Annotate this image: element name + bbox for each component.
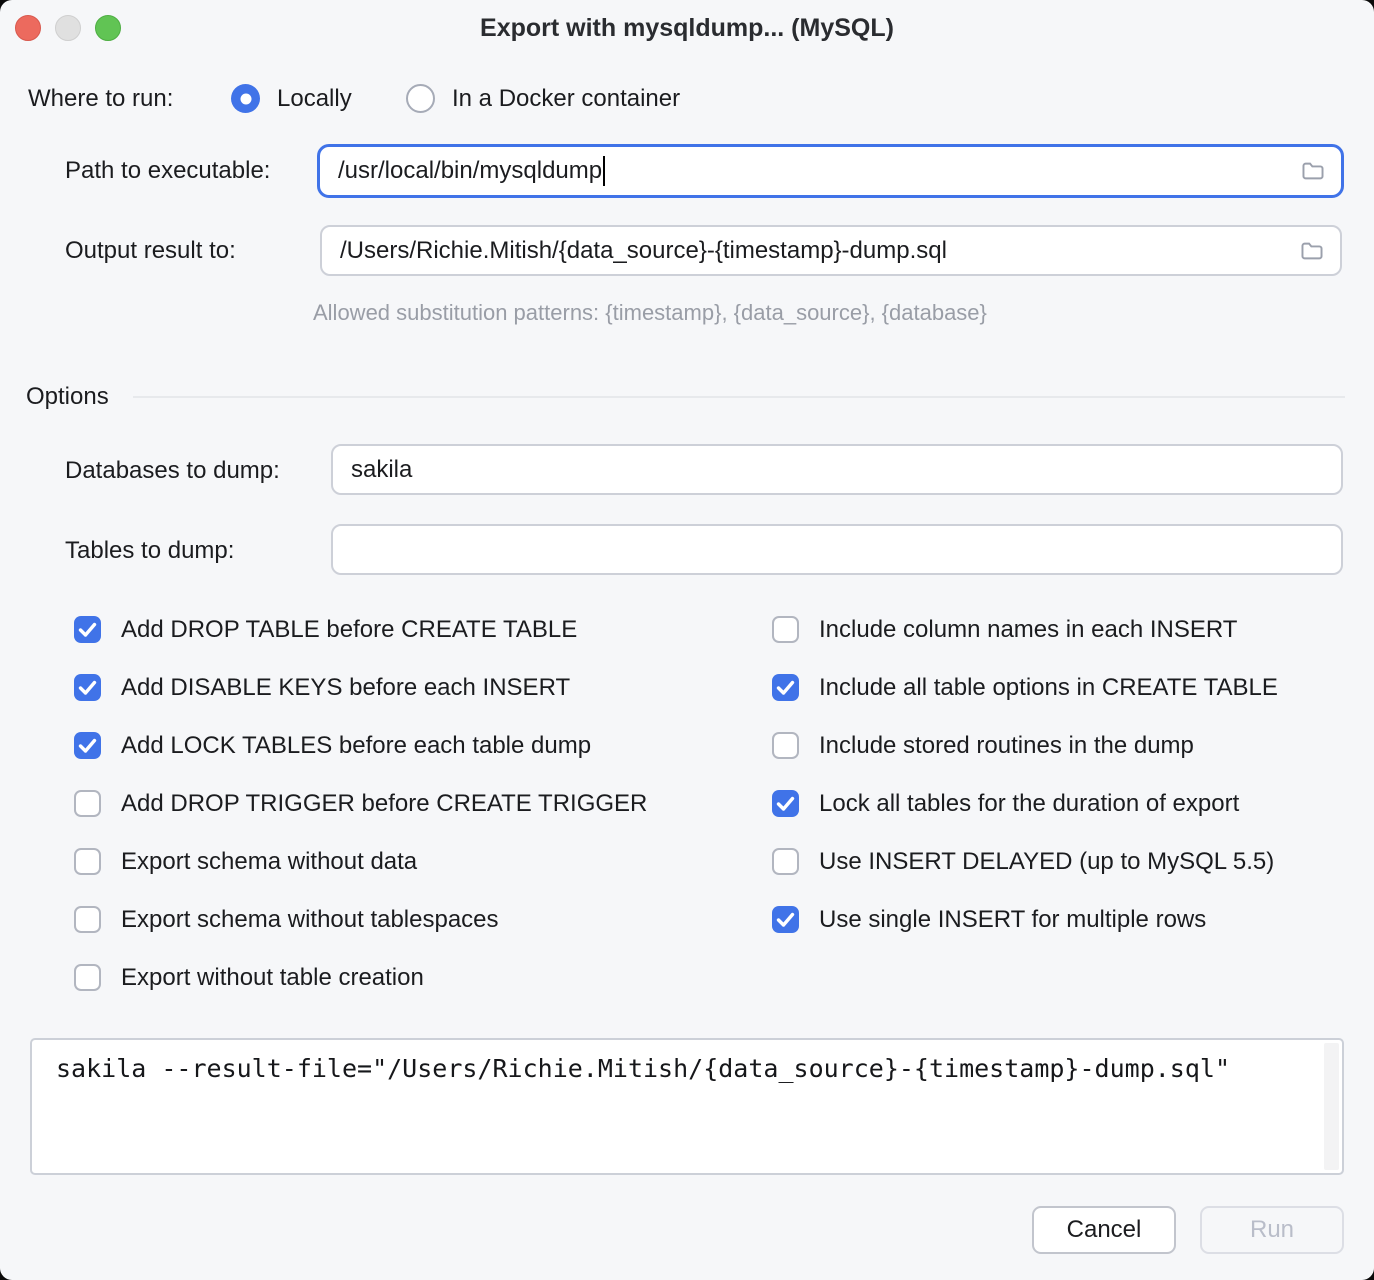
checkbox-row[interactable]: Export schema without data — [74, 847, 417, 876]
checkbox-row[interactable]: Add DROP TRIGGER before CREATE TRIGGER — [74, 789, 647, 818]
checkbox-row[interactable]: Use INSERT DELAYED (up to MySQL 5.5) — [772, 847, 1274, 876]
radio-locally-label[interactable]: Locally — [277, 85, 352, 113]
checkbox-label[interactable]: Add DISABLE KEYS before each INSERT — [121, 674, 570, 702]
radio-docker-label[interactable]: In a Docker container — [452, 85, 680, 113]
output-result-to-value: /Users/Richie.Mitish/{data_source}-{time… — [340, 237, 947, 265]
checkbox[interactable] — [74, 674, 101, 701]
tables-to-dump-label: Tables to dump: — [65, 537, 234, 565]
path-to-executable-input[interactable]: /usr/local/bin/mysqldump — [317, 144, 1344, 198]
path-to-executable-value: /usr/local/bin/mysqldump — [338, 157, 602, 185]
path-to-executable-label: Path to executable: — [65, 157, 270, 185]
checkbox[interactable] — [74, 848, 101, 875]
checkbox-label[interactable]: Add DROP TABLE before CREATE TABLE — [121, 616, 577, 644]
checkbox-row[interactable]: Add DROP TABLE before CREATE TABLE — [74, 615, 577, 644]
window-title: Export with mysqldump... (MySQL) — [0, 14, 1374, 43]
output-result-to-label: Output result to: — [65, 237, 236, 265]
radio-locally[interactable] — [231, 84, 260, 113]
tables-to-dump-input[interactable] — [331, 524, 1343, 575]
checkbox-label[interactable]: Lock all tables for the duration of expo… — [819, 790, 1239, 818]
checkbox[interactable] — [772, 732, 799, 759]
checkbox-row[interactable]: Include all table options in CREATE TABL… — [772, 673, 1278, 702]
checkbox-label[interactable]: Export schema without data — [121, 848, 417, 876]
titlebar: Export with mysqldump... (MySQL) — [0, 0, 1374, 56]
checkbox[interactable] — [772, 906, 799, 933]
browse-folder-icon[interactable] — [1298, 237, 1326, 265]
checkbox-label[interactable]: Export schema without tablespaces — [121, 906, 499, 934]
checkbox-label[interactable]: Include column names in each INSERT — [819, 616, 1237, 644]
checkbox[interactable] — [772, 790, 799, 817]
cancel-button[interactable]: Cancel — [1032, 1206, 1176, 1254]
checkbox[interactable] — [74, 790, 101, 817]
checkbox-label[interactable]: Include all table options in CREATE TABL… — [819, 674, 1278, 702]
checkbox[interactable] — [74, 616, 101, 643]
checkbox-label[interactable]: Use single INSERT for multiple rows — [819, 906, 1206, 934]
checkbox[interactable] — [74, 732, 101, 759]
radio-docker[interactable] — [406, 84, 435, 113]
checkbox[interactable] — [772, 616, 799, 643]
checkbox-label[interactable]: Add LOCK TABLES before each table dump — [121, 732, 591, 760]
databases-to-dump-input[interactable]: sakila — [331, 444, 1343, 495]
browse-folder-icon[interactable] — [1299, 157, 1327, 185]
checkbox[interactable] — [772, 848, 799, 875]
command-preview-text: sakila --result-file="/Users/Richie.Miti… — [56, 1054, 1302, 1083]
options-section-title: Options — [26, 383, 109, 411]
checkbox-row[interactable]: Include stored routines in the dump — [772, 731, 1194, 760]
databases-to-dump-value: sakila — [351, 456, 412, 484]
command-preview-box[interactable]: sakila --result-file="/Users/Richie.Miti… — [30, 1038, 1344, 1175]
checkbox-row[interactable]: Lock all tables for the duration of expo… — [772, 789, 1239, 818]
text-caret — [603, 156, 605, 186]
checkbox-label[interactable]: Use INSERT DELAYED (up to MySQL 5.5) — [819, 848, 1274, 876]
checkbox-row[interactable]: Use single INSERT for multiple rows — [772, 905, 1206, 934]
substitution-patterns-hint: Allowed substitution patterns: {timestam… — [313, 300, 987, 326]
checkbox-label[interactable]: Include stored routines in the dump — [819, 732, 1194, 760]
checkbox-row[interactable]: Export schema without tablespaces — [74, 905, 499, 934]
checkbox-row[interactable]: Export without table creation — [74, 963, 424, 992]
checkbox[interactable] — [74, 964, 101, 991]
options-divider — [133, 396, 1345, 398]
checkbox-row[interactable]: Include column names in each INSERT — [772, 615, 1237, 644]
output-result-to-input[interactable]: /Users/Richie.Mitish/{data_source}-{time… — [320, 225, 1342, 276]
checkbox[interactable] — [74, 906, 101, 933]
checkbox-label[interactable]: Add DROP TRIGGER before CREATE TRIGGER — [121, 790, 647, 818]
export-mysqldump-dialog: Export with mysqldump... (MySQL) Where t… — [0, 0, 1374, 1280]
databases-to-dump-label: Databases to dump: — [65, 457, 280, 485]
checkbox-label[interactable]: Export without table creation — [121, 964, 424, 992]
where-to-run-label: Where to run: — [28, 85, 173, 113]
checkbox-row[interactable]: Add LOCK TABLES before each table dump — [74, 731, 591, 760]
vertical-scrollbar[interactable] — [1324, 1043, 1339, 1170]
run-button: Run — [1200, 1206, 1344, 1254]
checkbox[interactable] — [772, 674, 799, 701]
checkbox-row[interactable]: Add DISABLE KEYS before each INSERT — [74, 673, 570, 702]
